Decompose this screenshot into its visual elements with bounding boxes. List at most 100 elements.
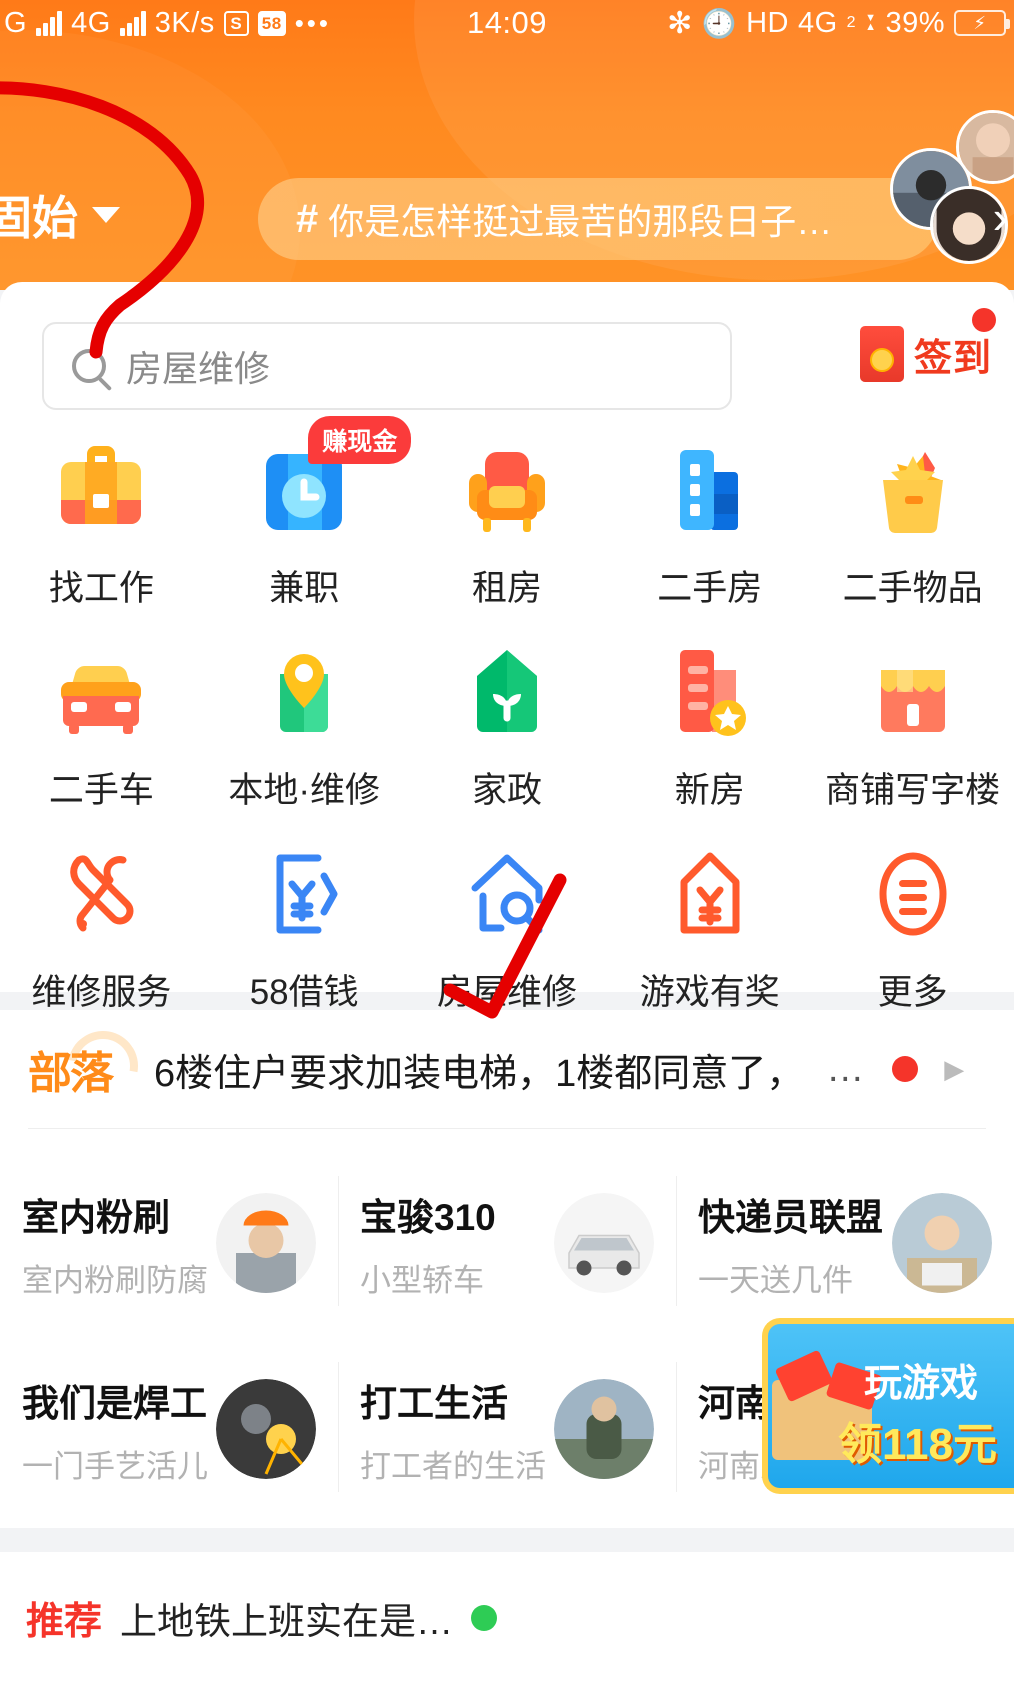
grid-item-shop-office[interactable]: 商铺写字楼 xyxy=(811,634,1014,836)
home-sprout-icon xyxy=(455,640,559,744)
grid-item-loan[interactable]: 58借钱 xyxy=(203,836,406,1038)
card-subtitle: 打工者的生活 xyxy=(360,1448,546,1484)
city-label: 固始 xyxy=(0,192,78,244)
grid-item-house-repair[interactable]: 房屋维修 xyxy=(406,836,609,1038)
city-selector[interactable]: 固始 xyxy=(0,182,120,248)
loan-yuan-icon xyxy=(252,842,356,946)
list-item[interactable]: 快递员联盟 一天送几件 xyxy=(676,1150,1014,1336)
wrench-screwdriver-icon xyxy=(49,842,153,946)
card-title: 打工生活 xyxy=(360,1382,508,1424)
grid-item-housekeeping[interactable]: 家政 xyxy=(406,634,609,836)
tribe-unread-dot xyxy=(892,1056,919,1082)
app-root: G 4G 3K/s S 58 ••• 14:09 ✻ 🕘 HD 4G 2 ▼ ▲ … xyxy=(0,0,1014,1707)
grid-item-local-repair[interactable]: 本地·维修 xyxy=(203,634,406,836)
card-subtitle: 一门手艺活儿 xyxy=(22,1448,208,1484)
card-row: 室内粉刷 室内粉刷防腐 宝骏310 小型轿车 快递员联盟 一天送几件 xyxy=(0,1150,1014,1336)
bluetooth-icon: ✻ xyxy=(667,6,693,40)
red-envelope-icon xyxy=(859,326,904,382)
card-thumbnail xyxy=(216,1193,316,1293)
gift-box-star-icon xyxy=(861,438,965,542)
building-icon xyxy=(658,438,762,542)
card-title: 室内粉刷 xyxy=(22,1196,170,1238)
grid-item-new-house[interactable]: 新房 xyxy=(608,634,811,836)
bottom-hot-label: 推荐 xyxy=(26,1601,103,1643)
grid-item-second-hand-goods[interactable]: 二手物品 xyxy=(811,432,1014,634)
prize-yuan-icon xyxy=(658,842,762,946)
card-subtitle: 室内粉刷防腐 xyxy=(22,1262,208,1298)
bottom-row: 推荐 上地铁上班实在是… xyxy=(26,1590,498,1645)
alarm-icon: 🕘 xyxy=(701,7,738,39)
grid-item-label: 家政 xyxy=(471,771,542,810)
topic-banner[interactable]: # 你是怎样挺过最苦的那段日子… xyxy=(258,178,938,260)
category-grid: 找工作 赚现金 兼职 租房 二手房 二手物品 二手车 本地·维修 家政 新房 商… xyxy=(0,416,1014,1038)
grid-item-rent-house[interactable]: 租房 xyxy=(406,432,609,634)
search-input[interactable]: 房屋维修 xyxy=(42,322,732,410)
data-transfer-icon: ▼ ▲ xyxy=(865,12,877,33)
list-item[interactable]: 室内粉刷 室内粉刷防腐 xyxy=(0,1150,338,1336)
grid-item-label: 新房 xyxy=(674,771,745,810)
card-title: 宝骏310 xyxy=(360,1196,496,1238)
status-bar: G 4G 3K/s S 58 ••• 14:09 ✻ 🕘 HD 4G 2 ▼ ▲ … xyxy=(0,0,1014,46)
chevron-right-icon[interactable]: › xyxy=(993,190,1008,244)
list-item[interactable]: 打工生活 打工者的生活 xyxy=(338,1336,676,1522)
signin-label: 签到 xyxy=(913,337,992,380)
grid-item-label: 房屋维修 xyxy=(436,973,577,1012)
grid-item-label: 更多 xyxy=(877,973,948,1012)
sim2-index-label: 2 xyxy=(846,14,857,31)
orange-header: G 4G 3K/s S 58 ••• 14:09 ✻ 🕘 HD 4G 2 ▼ ▲ … xyxy=(0,0,1014,290)
card-thumbnail xyxy=(892,1193,992,1293)
triangle-right-icon[interactable]: ▶ xyxy=(944,1054,964,1085)
ad-line-1: 玩游戏 xyxy=(864,1363,979,1405)
list-item[interactable]: 宝骏310 小型轿车 xyxy=(338,1150,676,1336)
grid-item-label: 兼职 xyxy=(269,569,340,608)
grid-item-second-hand-house[interactable]: 二手房 xyxy=(608,432,811,634)
signin-badge-dot xyxy=(972,308,996,332)
grid-item-label: 游戏有奖 xyxy=(639,973,780,1012)
tribe-logo: 部落 xyxy=(28,1037,114,1101)
card-thumbnail xyxy=(216,1379,316,1479)
list-item[interactable]: 我们是焊工 一门手艺活儿 xyxy=(0,1336,338,1522)
grid-item-label: 商铺写字楼 xyxy=(825,771,1001,810)
grid-item-label: 本地·维修 xyxy=(228,771,381,810)
main-panel: 房屋维修 签到 找工作 赚现金 兼职 租房 二手房 二手物品 二手车 本地·维修… xyxy=(0,282,1014,1012)
bottom-card[interactable]: 推荐 上地铁上班实在是… xyxy=(0,1552,1014,1707)
game-promo-ad[interactable]: 玩游戏 领118元 xyxy=(762,1318,1014,1494)
divider xyxy=(28,1128,986,1129)
tribe-banner[interactable]: 部落 6楼住户要求加装电梯，1楼都同意了， … ▶ xyxy=(0,1010,1014,1128)
grid-item-repair-service[interactable]: 维修服务 xyxy=(0,836,203,1038)
grid-item-more[interactable]: 更多 xyxy=(811,836,1014,1038)
grid-item-label: 二手物品 xyxy=(842,569,983,608)
grid-item-label: 维修服务 xyxy=(31,973,172,1012)
signin-button[interactable]: 签到 xyxy=(859,308,996,382)
header-decoration-blob-2 xyxy=(0,30,300,290)
grid-item-label: 二手房 xyxy=(657,569,763,608)
grid-item-label: 58借钱 xyxy=(249,973,359,1012)
armchair-icon xyxy=(455,438,559,542)
battery-percent-label: 39% xyxy=(885,6,945,39)
card-thumbnail xyxy=(554,1193,654,1293)
more-menu-icon xyxy=(861,842,965,946)
bottom-text: 上地铁上班实在是… xyxy=(120,1600,454,1642)
search-input-value: 房屋维修 xyxy=(126,348,271,389)
ad-line-2: 领118元 xyxy=(838,1420,997,1469)
charging-bolt-icon: ⚡ xyxy=(973,12,987,33)
status-bar-right: ✻ 🕘 HD 4G 2 ▼ ▲ 39% ⚡ xyxy=(667,6,1010,41)
chevron-down-icon xyxy=(92,207,120,223)
car-icon xyxy=(49,640,153,744)
card-thumbnail xyxy=(554,1379,654,1479)
search-row: 房屋维修 签到 xyxy=(0,308,1014,412)
grid-item-find-job[interactable]: 找工作 xyxy=(0,432,203,634)
grid-item-label: 二手车 xyxy=(48,771,154,810)
grid-item-part-time[interactable]: 赚现金 兼职 xyxy=(203,416,412,634)
grid-item-game-prize[interactable]: 游戏有奖 xyxy=(608,836,811,1038)
card-title: 我们是焊工 xyxy=(22,1382,207,1424)
map-pin-icon xyxy=(252,640,356,744)
grid-item-used-car[interactable]: 二手车 xyxy=(0,634,203,836)
grid-item-badge: 赚现金 xyxy=(308,416,412,464)
house-wrench-icon xyxy=(455,842,559,946)
shop-icon xyxy=(861,640,965,744)
hd-label: HD xyxy=(746,6,789,39)
tribe-ellipsis: … xyxy=(826,1047,865,1090)
green-dot-icon xyxy=(471,1604,498,1631)
bottom-section: 推荐 上地铁上班实在是… xyxy=(0,1530,1014,1707)
